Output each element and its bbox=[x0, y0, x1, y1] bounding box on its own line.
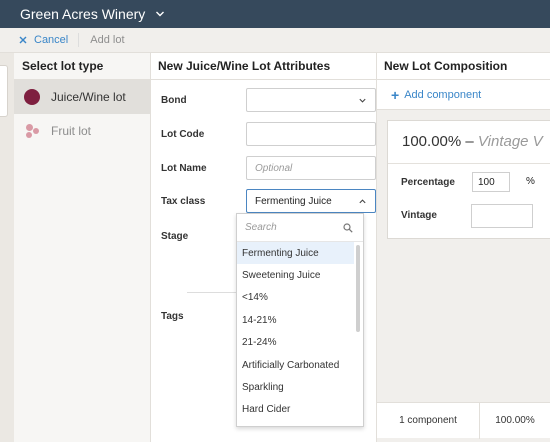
tax-class-select[interactable]: Fermenting Juice bbox=[246, 189, 376, 213]
stage-label: Stage bbox=[161, 230, 189, 242]
left-panel-tab[interactable] bbox=[0, 65, 8, 117]
dropdown-option[interactable]: 14-21% bbox=[237, 309, 363, 331]
component-vintage-placeholder: Vintage V bbox=[477, 133, 543, 150]
fruit-cluster-icon bbox=[24, 123, 40, 139]
dropdown-scrollbar[interactable] bbox=[356, 245, 360, 332]
tax-class-row: Tax class Fermenting Juice bbox=[161, 189, 376, 213]
dropdown-option[interactable]: Sparkling bbox=[237, 376, 363, 398]
vintage-field[interactable] bbox=[471, 204, 533, 228]
lot-type-heading: Select lot type bbox=[14, 53, 150, 80]
breadcrumb-add-lot: Add lot bbox=[90, 34, 125, 46]
lot-name-field[interactable]: Optional bbox=[246, 156, 376, 180]
tax-class-label: Tax class bbox=[161, 195, 206, 207]
lot-type-label: Fruit lot bbox=[51, 124, 92, 138]
tags-label: Tags bbox=[161, 310, 184, 322]
dropdown-option[interactable]: Hard Cider bbox=[237, 399, 363, 421]
bond-row: Bond bbox=[161, 88, 376, 112]
lot-name-label: Lot Name bbox=[161, 162, 207, 174]
attributes-heading: New Juice/Wine Lot Attributes bbox=[151, 53, 376, 80]
dropdown-search-input[interactable]: Search bbox=[237, 214, 363, 242]
winery-name[interactable]: Green Acres Winery bbox=[20, 6, 145, 22]
close-icon bbox=[19, 36, 27, 44]
dropdown-option[interactable]: Fermenting Juice bbox=[237, 242, 354, 265]
juice-wine-dot-icon bbox=[24, 89, 40, 105]
lot-code-label: Lot Code bbox=[161, 128, 205, 140]
chevron-down-icon[interactable] bbox=[155, 9, 165, 19]
lot-type-fruit[interactable]: Fruit lot bbox=[14, 114, 150, 148]
cancel-button[interactable]: Cancel bbox=[0, 34, 68, 46]
add-component-button[interactable]: + Add component bbox=[377, 80, 550, 110]
lot-type-column: Select lot type Juice/Wine lot Fruit lot bbox=[14, 53, 151, 442]
component-dash: – bbox=[465, 133, 474, 150]
dropdown-option[interactable]: Sweetening Juice bbox=[237, 264, 363, 286]
action-separator bbox=[78, 33, 80, 47]
lot-type-juice-wine[interactable]: Juice/Wine lot bbox=[14, 80, 150, 114]
dropdown-option[interactable]: Artificially Carbonated bbox=[237, 354, 363, 376]
chevron-up-icon bbox=[359, 199, 366, 204]
component-title: 100.00% – Vintage V bbox=[402, 133, 543, 150]
bond-label: Bond bbox=[161, 94, 187, 106]
search-icon bbox=[343, 223, 353, 233]
dropdown-option[interactable]: <14% bbox=[237, 287, 363, 309]
top-bar: Green Acres Winery bbox=[0, 0, 550, 28]
lot-code-row: Lot Code bbox=[161, 122, 376, 146]
chevron-down-icon bbox=[359, 98, 366, 103]
vintage-label: Vintage bbox=[401, 210, 437, 221]
component-percent: 100.00% bbox=[402, 133, 462, 150]
percentage-label: Percentage bbox=[401, 177, 455, 188]
add-component-label: Add component bbox=[404, 88, 482, 101]
component-count: 1 component bbox=[377, 402, 480, 439]
action-bar: Cancel Add lot bbox=[0, 28, 550, 53]
component-card: 100.00% – Vintage V Percentage 100 % Vin… bbox=[387, 120, 550, 239]
search-placeholder: Search bbox=[245, 222, 277, 233]
lot-name-placeholder: Optional bbox=[255, 162, 293, 174]
lot-name-row: Lot Name Optional bbox=[161, 156, 376, 180]
percentage-field[interactable]: 100 bbox=[472, 172, 510, 192]
plus-icon: + bbox=[391, 86, 400, 103]
lot-code-field[interactable] bbox=[246, 122, 376, 146]
percent-symbol: % bbox=[526, 176, 535, 187]
component-total: 100.00% bbox=[495, 415, 535, 426]
composition-heading: New Lot Composition bbox=[377, 53, 550, 80]
composition-column: New Lot Composition + Add component 100.… bbox=[377, 53, 550, 442]
dropdown-option[interactable]: 21-24% bbox=[237, 332, 363, 354]
bond-select[interactable] bbox=[246, 88, 376, 112]
lot-type-label: Juice/Wine lot bbox=[51, 90, 126, 104]
left-strip bbox=[0, 53, 14, 442]
composition-footer: 1 component 100.00% bbox=[377, 402, 550, 439]
tax-class-value: Fermenting Juice bbox=[255, 195, 332, 207]
tax-class-dropdown: Search Fermenting Juice Sweetening Juice… bbox=[236, 213, 364, 427]
cancel-label: Cancel bbox=[34, 34, 69, 46]
card-divider bbox=[388, 163, 550, 164]
